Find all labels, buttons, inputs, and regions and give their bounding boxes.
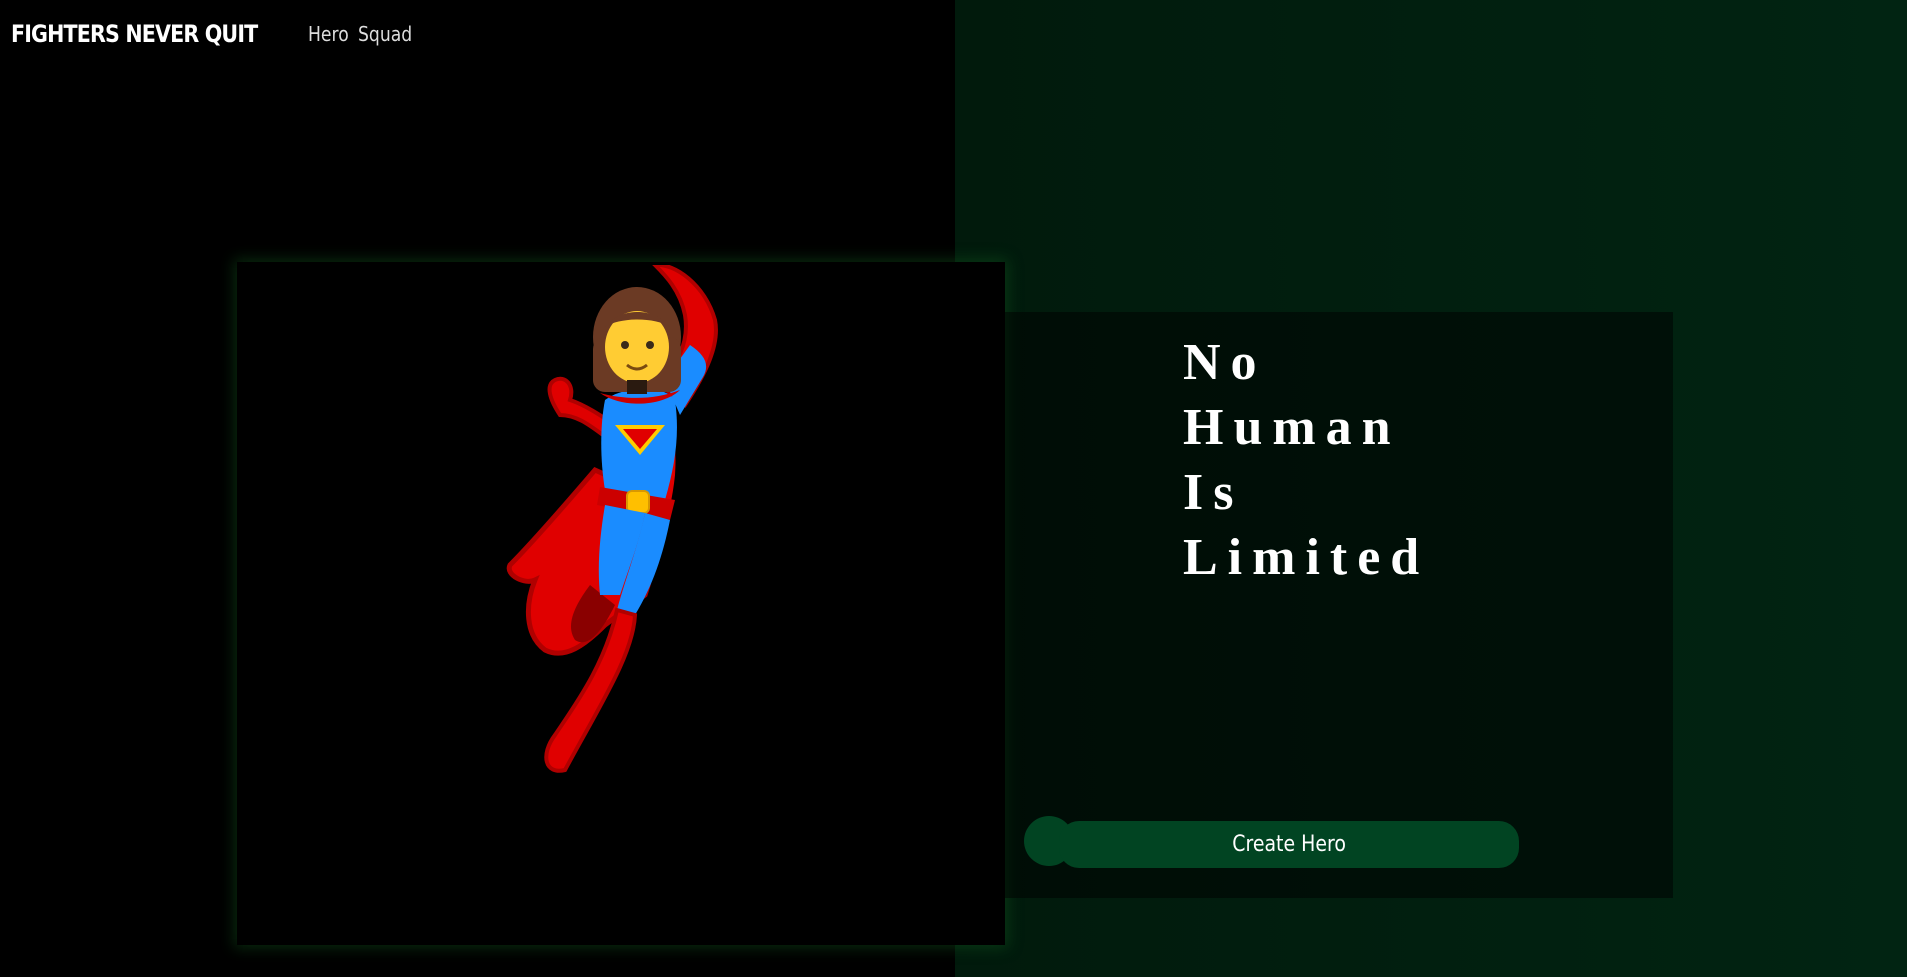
nav-link-hero[interactable]: Hero	[308, 22, 349, 46]
superhero-woman-icon	[506, 265, 718, 773]
brand-title[interactable]: FIGHTERS NEVER QUIT	[11, 20, 258, 48]
top-navbar: FIGHTERS NEVER QUIT Hero Squad	[11, 14, 421, 54]
quote-line: Is	[1183, 464, 1244, 521]
nav-link-squad[interactable]: Squad	[358, 22, 412, 46]
quote-line: Human	[1183, 399, 1401, 456]
quote-line: Limited	[1183, 529, 1430, 586]
create-hero-button-label: Create Hero	[1232, 832, 1346, 857]
quote-line: No	[1183, 334, 1267, 391]
create-hero-button[interactable]: Create Hero	[1059, 821, 1519, 868]
hero-quote: No Human Is Limited	[1183, 330, 1429, 590]
